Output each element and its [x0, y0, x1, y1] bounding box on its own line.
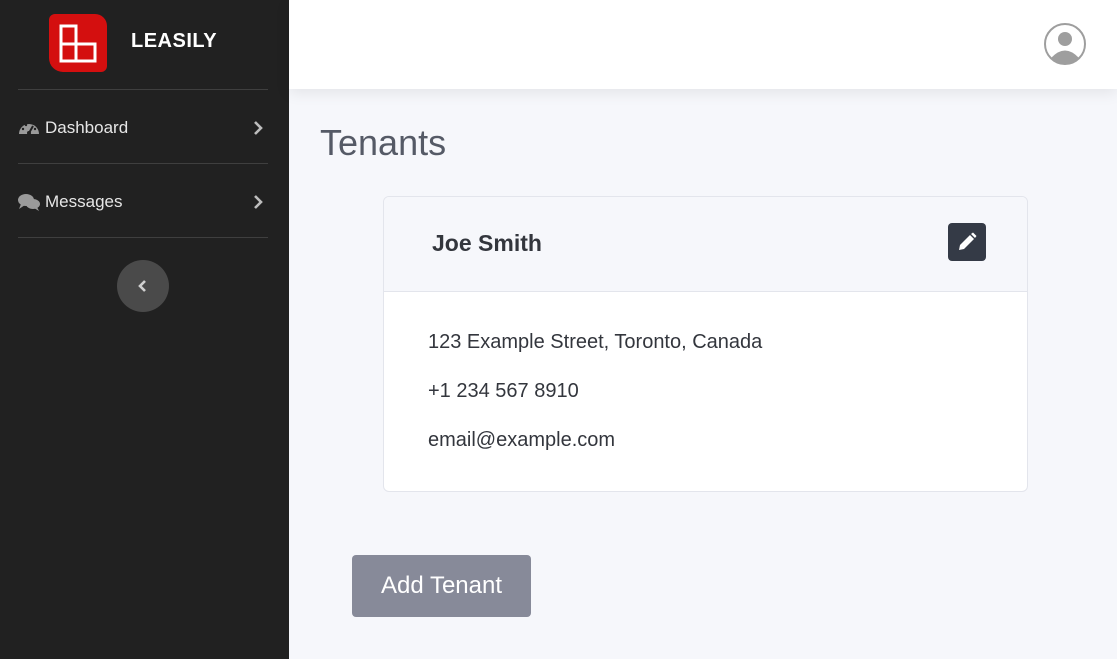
tenant-phone: +1 234 567 8910: [428, 380, 579, 402]
user-avatar-icon[interactable]: [1044, 23, 1086, 65]
sidebar-item-dashboard[interactable]: Dashboard: [18, 108, 268, 148]
tenant-card-header: Joe Smith: [384, 197, 1027, 292]
sidebar: LEASILY Dashboard Messages: [0, 0, 289, 659]
sidebar-divider: [18, 237, 268, 238]
brand-name: LEASILY: [131, 30, 218, 52]
chevron-right-icon: [252, 194, 264, 210]
page-title: Tenants: [320, 122, 447, 163]
sidebar-item-messages[interactable]: Messages: [18, 182, 268, 222]
brand[interactable]: LEASILY: [0, 0, 289, 89]
chevron-left-icon: [138, 280, 146, 292]
sidebar-item-label: Messages: [45, 192, 123, 211]
sidebar-item-label: Dashboard: [45, 118, 129, 137]
tenant-card: Joe Smith 123 Example Street, Toronto, C…: [383, 196, 1028, 492]
sidebar-divider: [18, 163, 268, 164]
pencil-icon: [959, 232, 977, 250]
tenant-email: email@example.com: [428, 429, 616, 451]
tenant-address: 123 Example Street, Toronto, Canada: [428, 331, 763, 353]
sidebar-divider: [18, 89, 268, 90]
dashboard-icon: [18, 118, 40, 138]
chevron-right-icon: [252, 120, 264, 136]
leasily-logo: [49, 14, 107, 72]
edit-tenant-button[interactable]: [948, 223, 986, 261]
tenant-name: Joe Smith: [432, 230, 542, 256]
add-tenant-button[interactable]: Add Tenant: [352, 555, 531, 617]
collapse-sidebar-button[interactable]: [117, 260, 169, 312]
topbar: [289, 0, 1117, 89]
messages-icon: [18, 192, 40, 212]
